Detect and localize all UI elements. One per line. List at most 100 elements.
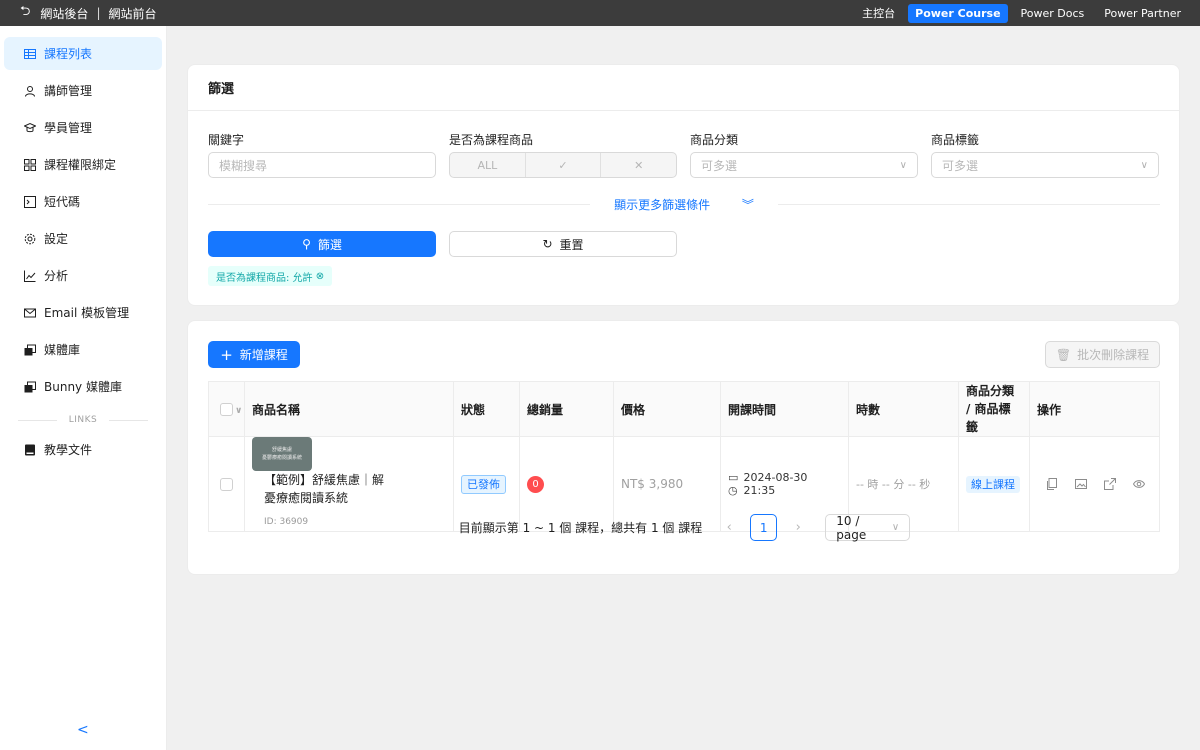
chevron-down-icon[interactable]: ∨ bbox=[235, 406, 242, 416]
nav-power-docs[interactable]: Power Docs bbox=[1014, 4, 1092, 23]
media-icon bbox=[24, 381, 36, 393]
sidebar-item-label: 媒體庫 bbox=[44, 343, 81, 357]
sidebar-item-docs[interactable]: 教學文件 bbox=[4, 433, 162, 466]
trash-icon: 🗑 bbox=[1055, 347, 1072, 362]
sidebar-item-label: 教學文件 bbox=[44, 443, 93, 457]
chart-icon bbox=[24, 270, 36, 282]
select-all-checkbox[interactable] bbox=[220, 403, 233, 416]
media-icon bbox=[24, 344, 36, 356]
pagination: 目前顯示第 1 ~ 1 個 課程，總共有 1 個 課程 ‹ 1 › 10 / p… bbox=[188, 514, 1181, 542]
links-divider: LINKS bbox=[18, 415, 148, 425]
sidebar-item-media-library[interactable]: 媒體庫 bbox=[4, 333, 162, 366]
nav-power-course[interactable]: Power Course bbox=[908, 3, 1008, 23]
start-time: 21:35 bbox=[743, 484, 776, 497]
tag-label: 商品標籤 bbox=[931, 133, 980, 147]
calendar-icon: ▭ bbox=[728, 471, 739, 484]
image-icon[interactable] bbox=[1074, 477, 1088, 491]
app-grid-icon bbox=[24, 158, 36, 171]
filter-submit-button[interactable]: ⚲ 篩選 bbox=[208, 231, 436, 257]
sidebar-item-shortcode[interactable]: 短代碼 bbox=[4, 185, 162, 218]
back-icon[interactable]: ⮌ bbox=[20, 2, 30, 24]
table-icon bbox=[24, 48, 36, 60]
eye-icon[interactable] bbox=[1132, 477, 1146, 491]
sidebar-item-students[interactable]: 學員管理 bbox=[4, 111, 162, 144]
graduation-icon bbox=[24, 122, 36, 134]
col-duration: 時數 bbox=[848, 381, 959, 437]
top-bar: ⮌ 網站後台 | 網站前台 主控台 Power Course Power Doc… bbox=[0, 0, 1200, 26]
sidebar-item-email-templates[interactable]: Email 模板管理 bbox=[4, 296, 162, 329]
category-tag: 線上課程 bbox=[966, 476, 1020, 493]
col-product-name: 商品名稱 bbox=[244, 381, 454, 437]
col-status: 狀態 bbox=[453, 381, 520, 437]
status-badge: 已發佈 bbox=[461, 475, 506, 494]
table-header-row: ∨ 商品名稱 狀態 總銷量 價格 開課時間 時數 商品分類 / 商品標籤 操作 bbox=[208, 381, 1160, 437]
keyword-input[interactable]: 模糊搜尋 bbox=[208, 152, 436, 178]
col-category-tag: 商品分類 / 商品標籤 bbox=[958, 381, 1030, 437]
row-checkbox[interactable] bbox=[220, 478, 233, 491]
chevron-down-icon: ∨ bbox=[899, 159, 907, 171]
page-1-button[interactable]: 1 bbox=[750, 514, 778, 541]
chevron-down-icon: ∨ bbox=[891, 522, 900, 533]
add-course-button[interactable]: + 新增課程 bbox=[208, 341, 300, 368]
sidebar-item-permissions[interactable]: 課程權限綁定 bbox=[4, 148, 162, 181]
reload-icon: ↻ bbox=[542, 237, 553, 251]
sidebar-item-label: 短代碼 bbox=[44, 195, 81, 209]
code-icon bbox=[24, 195, 36, 208]
divider: | bbox=[96, 6, 101, 20]
sidebar: 課程列表 講師管理 學員管理 課程權限綁定 短代碼 設定 分析 Email 模板… bbox=[0, 26, 167, 750]
user-icon bbox=[24, 85, 36, 97]
close-circle-icon[interactable]: ⊗ bbox=[316, 271, 324, 282]
show-more-filters[interactable]: 顯示更多篩選條件 ︾ bbox=[208, 196, 1160, 213]
segment-no-close-icon[interactable]: ✕ bbox=[601, 153, 676, 177]
frontend-link[interactable]: 網站前台 bbox=[108, 5, 156, 22]
sidebar-item-label: 學員管理 bbox=[44, 121, 93, 135]
active-filter-tag[interactable]: 是否為課程商品: 允許 ⊗ bbox=[208, 266, 333, 286]
mail-icon bbox=[24, 307, 36, 319]
gear-icon bbox=[24, 233, 36, 245]
backend-link[interactable]: 網站後台 bbox=[40, 5, 88, 22]
copy-icon[interactable] bbox=[1045, 477, 1059, 491]
course-name-link[interactable]: 【範例】舒緩焦慮｜解憂療癒閱讀系統 bbox=[264, 473, 384, 505]
course-thumbnail[interactable]: 舒緩焦慮 憂鬱療癒閱讀系統 bbox=[252, 437, 312, 471]
book-icon bbox=[24, 444, 36, 456]
page-size-select[interactable]: 10 / page ∨ bbox=[825, 514, 911, 542]
select-all-header[interactable]: ∨ bbox=[208, 381, 245, 437]
sidebar-item-teachers[interactable]: 講師管理 bbox=[4, 74, 162, 107]
is-course-segmented[interactable]: ALL ✓ ✕ bbox=[449, 152, 677, 178]
collapse-sidebar-icon[interactable]: < bbox=[77, 722, 89, 738]
duration-value: -- 時 -- 分 -- 秒 bbox=[856, 478, 931, 491]
sidebar-item-course-list[interactable]: 課程列表 bbox=[4, 37, 162, 70]
nav-power-partner[interactable]: Power Partner bbox=[1097, 4, 1188, 23]
col-sales: 總銷量 bbox=[519, 381, 614, 437]
sales-count-badge: 0 bbox=[527, 475, 544, 493]
sidebar-item-label: 分析 bbox=[44, 269, 69, 283]
next-page-icon[interactable]: › bbox=[785, 520, 811, 535]
is-course-label: 是否為課程商品 bbox=[449, 133, 534, 147]
search-icon: ⚲ bbox=[302, 237, 311, 251]
sidebar-item-analytics[interactable]: 分析 bbox=[4, 259, 162, 292]
sidebar-item-bunny-media[interactable]: Bunny 媒體庫 bbox=[4, 370, 162, 403]
filter-reset-button[interactable]: ↻ 重置 bbox=[449, 231, 677, 257]
sidebar-item-settings[interactable]: 設定 bbox=[4, 222, 162, 255]
segment-yes-check-icon[interactable]: ✓ bbox=[526, 153, 602, 177]
filter-title: 篩選 bbox=[188, 65, 1179, 111]
sidebar-item-label: 講師管理 bbox=[44, 84, 93, 98]
segment-all[interactable]: ALL bbox=[450, 153, 526, 177]
plus-icon: + bbox=[220, 345, 233, 364]
sidebar-item-label: Bunny 媒體庫 bbox=[44, 380, 122, 394]
bulk-delete-button[interactable]: 🗑 批次刪除課程 bbox=[1045, 341, 1160, 368]
nav-dashboard[interactable]: 主控台 bbox=[855, 2, 902, 24]
col-actions: 操作 bbox=[1029, 381, 1160, 437]
prev-page-icon[interactable]: ‹ bbox=[716, 520, 742, 535]
sidebar-item-label: 設定 bbox=[44, 232, 69, 246]
sidebar-item-label: Email 模板管理 bbox=[44, 306, 130, 320]
tag-select[interactable]: 可多選 ∨ bbox=[931, 152, 1159, 178]
sidebar-item-label: 課程權限綁定 bbox=[44, 158, 117, 172]
course-list-card: + 新增課程 🗑 批次刪除課程 ∨ 商品名稱 狀態 總銷量 價格 開課時間 時數… bbox=[187, 320, 1180, 575]
filter-card: 篩選 關鍵字 模糊搜尋 是否為課程商品 ALL ✓ ✕ 商品分類 可多選 ∨ 商… bbox=[187, 64, 1180, 306]
external-link-icon[interactable] bbox=[1103, 477, 1117, 491]
start-date: 2024-08-30 bbox=[743, 471, 808, 484]
category-select[interactable]: 可多選 ∨ bbox=[690, 152, 918, 178]
pagination-total: 目前顯示第 1 ~ 1 個 課程，總共有 1 個 課程 bbox=[458, 521, 703, 535]
category-label: 商品分類 bbox=[690, 133, 739, 147]
